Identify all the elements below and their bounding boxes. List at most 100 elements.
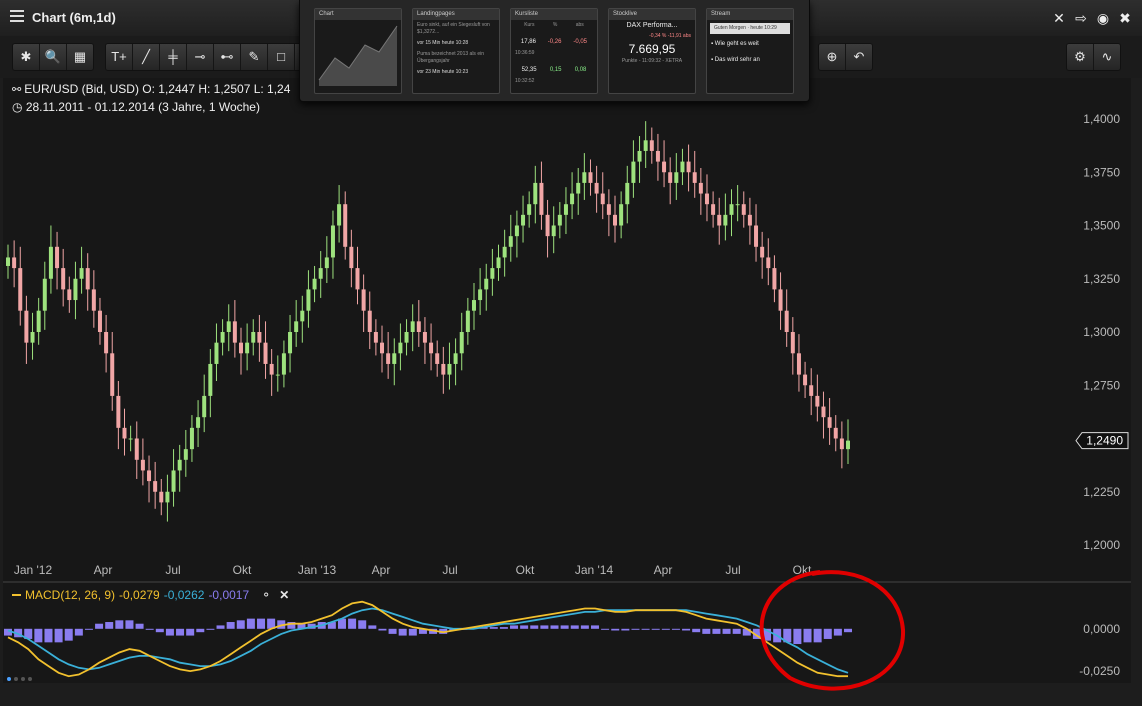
histogram-bar <box>196 628 205 633</box>
candle-body <box>692 172 697 183</box>
histogram-bar <box>257 618 266 629</box>
stream-item[interactable]: ▪ Wie geht es weit <box>707 39 793 50</box>
x-tick-label: Jan '12 <box>14 563 53 577</box>
candle-body <box>563 204 568 215</box>
histogram-bar <box>560 625 569 629</box>
kursliste-row[interactable]: 17,86 -0,26 -0,05 <box>511 37 597 48</box>
candle-body <box>61 268 66 290</box>
candle-body <box>570 193 575 205</box>
candle-body <box>625 182 630 205</box>
candle-body <box>465 310 470 332</box>
macd-legend: MACD(12, 26, 9) -0,0279 -0,0262 -0,0017 … <box>12 588 289 602</box>
candle-body <box>827 417 832 428</box>
candle-body <box>12 257 17 269</box>
y-tick-label: 1,3250 <box>1083 272 1120 286</box>
candle-body <box>698 182 703 194</box>
histogram-bar <box>601 628 610 630</box>
close-indicator-icon[interactable]: ✕ <box>279 588 289 602</box>
histogram-bar <box>388 628 397 634</box>
widget-2[interactable]: Kursliste Kurs% abs 17,86 -0,26 -0,05 10:36:59… <box>510 8 598 94</box>
candle-body <box>637 150 642 162</box>
histogram-bar <box>368 625 377 629</box>
histogram-bar <box>54 628 63 643</box>
candle-body <box>294 321 299 332</box>
candle-body <box>196 417 201 428</box>
histogram-bar <box>155 628 164 633</box>
column-header: Kurs <box>524 22 535 28</box>
candle-body <box>453 353 458 364</box>
row-time: 10:36:59 <box>515 50 535 56</box>
row-cell: 17,86 <box>520 39 536 45</box>
candle-body <box>496 257 501 269</box>
indicator-icon: ⚯ <box>12 84 25 96</box>
stream-item[interactable]: ▪ Das wird sehr an <box>707 55 793 66</box>
candle-body <box>128 438 133 440</box>
row-cell: -0,05 <box>573 39 588 45</box>
candle-body <box>245 342 250 354</box>
y-tick-label: 1,4000 <box>1083 112 1120 126</box>
histogram-bar <box>206 628 215 630</box>
candle-body <box>367 310 372 332</box>
candle-body <box>97 310 102 332</box>
candle-body <box>521 214 526 226</box>
candle-body <box>533 182 538 205</box>
candle-body <box>471 300 476 311</box>
candle-body <box>723 214 728 226</box>
histogram-bar <box>105 622 114 629</box>
candle-body <box>766 257 771 269</box>
widget-0[interactable]: Chart <box>314 8 402 94</box>
x-tick-label: Okt <box>233 563 252 577</box>
candle-body <box>337 204 342 226</box>
macd-name: MACD(12, 26, 9) <box>25 588 116 602</box>
stock-footer: Punkte - 11:09:32 - XETRA <box>621 58 683 64</box>
candle-body <box>735 204 740 206</box>
candle-body <box>484 278 489 290</box>
candle-body <box>165 491 170 503</box>
y-tick-label: 1,3000 <box>1083 325 1120 339</box>
candle-body <box>680 161 685 173</box>
row-cell: 0,15 <box>549 67 562 73</box>
candle-body <box>91 289 96 311</box>
y-tick-label: 1,3750 <box>1083 165 1120 179</box>
candle-body <box>846 440 850 450</box>
instrument-ohlc: ⚯ EUR/USD (Bid, USD) O: 1,2447 H: 1,2507… <box>12 82 291 96</box>
candle-body <box>729 204 734 215</box>
histogram-bar <box>125 620 134 629</box>
macd-value: -0,0279 <box>119 588 160 602</box>
candle-body <box>300 310 305 322</box>
x-tick-label: Apr <box>94 563 113 577</box>
instrument-info: ⚯ EUR/USD (Bid, USD) O: 1,2447 H: 1,2507… <box>12 81 290 116</box>
candle-body <box>73 278 78 301</box>
histogram-bar <box>176 628 185 636</box>
histogram-bar <box>135 623 144 629</box>
settings-icon[interactable]: ⚬ <box>261 588 271 602</box>
histogram-bar <box>844 628 852 633</box>
candle-body <box>116 395 121 428</box>
x-tick-label: Jan '14 <box>575 563 614 577</box>
widget-4[interactable]: Stream Guten Morgen · heute 10:29 ▪ Wie ge… <box>706 8 794 94</box>
candle-body <box>790 332 795 354</box>
widget-1[interactable]: Landingpages Euro sinkt, auf ein Siegeslu… <box>412 8 500 94</box>
candle-body <box>704 193 709 205</box>
histogram-bar <box>682 628 691 631</box>
clock-icon: ◷ <box>12 100 26 114</box>
widget-3[interactable]: Stocklive DAX Performa... -0,34 % -11,91 a… <box>608 8 696 94</box>
histogram-bar <box>540 625 549 629</box>
candle-body <box>24 310 29 343</box>
candle-body <box>30 332 35 343</box>
candle-body <box>613 214 618 226</box>
candle-body <box>796 353 801 375</box>
candle-body <box>104 332 109 354</box>
candle-body <box>674 172 679 183</box>
kursliste-row[interactable]: 52,35 0,15 0,08 <box>511 65 597 76</box>
candle-body <box>502 246 507 258</box>
candle-body <box>514 225 519 237</box>
candle-body <box>778 289 783 311</box>
x-tick-label: Apr <box>654 563 673 577</box>
row-time: 10:32:52 <box>515 78 535 84</box>
candle-body <box>557 214 562 226</box>
candle-body <box>238 342 243 354</box>
candle-body <box>754 225 759 247</box>
candle-body <box>784 310 789 332</box>
candle-body <box>588 172 593 183</box>
